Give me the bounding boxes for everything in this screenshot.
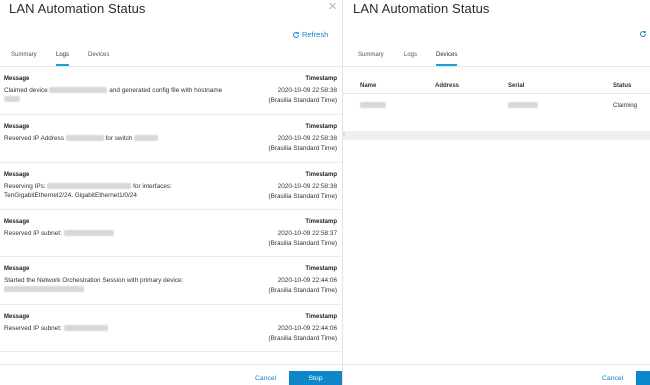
panel-footer: Cancel Stop <box>0 364 342 385</box>
redacted-value <box>360 102 386 108</box>
refresh-button[interactable]: Refresh <box>292 30 328 39</box>
lan-automation-status-logs-panel: LAN Automation Status ✕ Refresh Summary … <box>0 0 342 385</box>
timezone-value: (Brasilia Standard Time) <box>268 334 337 342</box>
tab-summary[interactable]: Summary <box>358 52 384 64</box>
devices-table-header: Name Address Serial Status <box>343 77 650 94</box>
tab-summary[interactable]: Summary <box>11 52 37 64</box>
redacted-value <box>4 285 84 292</box>
log-row: Message Timestamp Started the Network Or… <box>0 256 342 305</box>
tab-logs[interactable]: Logs <box>404 52 417 64</box>
log-message: Reserving IPs: for interfaces: TenGigabi… <box>4 182 234 200</box>
timestamp-header: Timestamp <box>305 266 337 272</box>
refresh-icon <box>292 31 300 39</box>
stop-button[interactable]: Stop <box>289 371 342 385</box>
log-message-text: Reserved IP subnet: <box>4 325 62 332</box>
log-message-text: Started the Network Orchestration Sessio… <box>4 277 184 284</box>
device-name-cell <box>360 102 386 110</box>
timestamp-header: Timestamp <box>305 219 337 225</box>
timestamp-header: Timestamp <box>305 76 337 82</box>
panel-title: LAN Automation Status <box>353 1 490 16</box>
log-message-text: Reserved IP subnet: <box>4 230 62 237</box>
horizontal-scrollbar[interactable]: ‹ <box>343 131 650 140</box>
log-message-text: Reserving IPs: <box>4 183 46 190</box>
timestamp-header: Timestamp <box>305 124 337 130</box>
cancel-button[interactable]: Cancel <box>255 375 276 382</box>
timestamp-value: 2020-10-09 22:58:38 <box>277 87 337 94</box>
tab-devices[interactable]: Devices <box>88 52 109 64</box>
redacted-value <box>47 182 132 189</box>
table-row[interactable]: Claiming <box>343 94 650 116</box>
message-header: Message <box>4 314 30 320</box>
log-message: Reserved IP subnet: <box>4 324 234 333</box>
message-header: Message <box>4 124 30 130</box>
log-message-text: and generated config file with hostname <box>109 87 223 94</box>
log-message: Claimed device and generated config file… <box>4 86 234 104</box>
log-timestamp: 2020-10-09 22:44:06 (Brasilia Standard T… <box>268 276 337 295</box>
lan-automation-status-devices-panel: LAN Automation Status Summary Logs Devic… <box>343 0 650 385</box>
message-header: Message <box>4 172 30 178</box>
log-message-text: for switch <box>105 135 133 142</box>
log-row: Message Timestamp Claimed device and gen… <box>0 66 342 115</box>
log-timestamp: 2020-10-09 22:58:37 (Brasilia Standard T… <box>268 229 337 248</box>
log-message-text: Reserved IP Address <box>4 135 64 142</box>
refresh-label: Refresh <box>302 30 329 39</box>
redacted-value <box>63 229 114 236</box>
column-header-serial[interactable]: Serial <box>508 83 524 89</box>
timezone-value: (Brasilia Standard Time) <box>268 144 337 152</box>
redacted-value <box>134 134 159 141</box>
refresh-icon[interactable] <box>639 30 647 38</box>
timezone-value: (Brasilia Standard Time) <box>268 239 337 247</box>
log-timestamp: 2020-10-09 22:58:38 (Brasilia Standard T… <box>268 134 337 153</box>
chevron-left-icon[interactable]: ‹ <box>343 132 345 138</box>
close-icon[interactable]: ✕ <box>328 1 337 13</box>
redacted-value <box>65 134 104 141</box>
redacted-value <box>508 102 538 108</box>
column-header-name[interactable]: Name <box>360 83 376 89</box>
timestamp-value: 2020-10-09 22:44:06 <box>277 325 337 332</box>
panel-footer: Cancel <box>343 364 650 385</box>
log-row: Message Timestamp Reserved IP subnet: 20… <box>0 209 342 257</box>
timestamp-value: 2020-10-09 22:44:06 <box>277 277 337 284</box>
timezone-value: (Brasilia Standard Time) <box>268 286 337 294</box>
timezone-value: (Brasilia Standard Time) <box>268 192 337 200</box>
redacted-value <box>63 324 108 331</box>
timezone-value: (Brasilia Standard Time) <box>268 96 337 104</box>
column-header-status[interactable]: Status <box>613 83 631 89</box>
panel-title: LAN Automation Status <box>9 1 146 16</box>
log-timestamp: 2020-10-09 22:58:38 (Brasilia Standard T… <box>268 86 337 105</box>
log-timestamp: 2020-10-09 22:58:38 (Brasilia Standard T… <box>268 182 337 201</box>
tab-bar: Summary Logs Devices <box>0 52 342 67</box>
log-row: Message Timestamp Reserving IPs: for int… <box>0 162 342 210</box>
redacted-value <box>49 86 108 93</box>
log-message: Started the Network Orchestration Sessio… <box>4 276 234 294</box>
log-row: Message Timestamp Reserved IP Address fo… <box>0 114 342 163</box>
device-status-cell: Claiming <box>613 102 638 109</box>
timestamp-header: Timestamp <box>305 314 337 320</box>
message-header: Message <box>4 76 30 82</box>
timestamp-header: Timestamp <box>305 172 337 178</box>
redacted-value <box>4 95 20 102</box>
log-timestamp: 2020-10-09 22:44:06 (Brasilia Standard T… <box>268 324 337 343</box>
log-message: Reserved IP Address for switch <box>4 134 234 143</box>
column-header-address[interactable]: Address <box>435 83 459 89</box>
timestamp-value: 2020-10-09 22:58:37 <box>277 230 337 237</box>
tab-logs[interactable]: Logs <box>56 52 70 66</box>
cancel-button[interactable]: Cancel <box>602 375 623 382</box>
tab-bar: Summary Logs Devices <box>343 52 650 67</box>
tab-devices[interactable]: Devices <box>436 52 458 66</box>
message-header: Message <box>4 266 30 272</box>
log-message-text: TenGigabitEthernet2/24, GigabitEthernet1… <box>4 192 137 199</box>
timestamp-value: 2020-10-09 22:58:38 <box>277 183 337 190</box>
log-message: Reserved IP subnet: <box>4 229 234 238</box>
log-row: Message Timestamp Reserved IP subnet: 20… <box>0 304 342 352</box>
log-message-text: Claimed device <box>4 87 48 94</box>
device-serial-cell <box>508 102 538 110</box>
stop-button[interactable] <box>636 371 650 385</box>
timestamp-value: 2020-10-09 22:58:38 <box>277 135 337 142</box>
log-message-text: for interfaces: <box>133 183 172 190</box>
message-header: Message <box>4 219 30 225</box>
